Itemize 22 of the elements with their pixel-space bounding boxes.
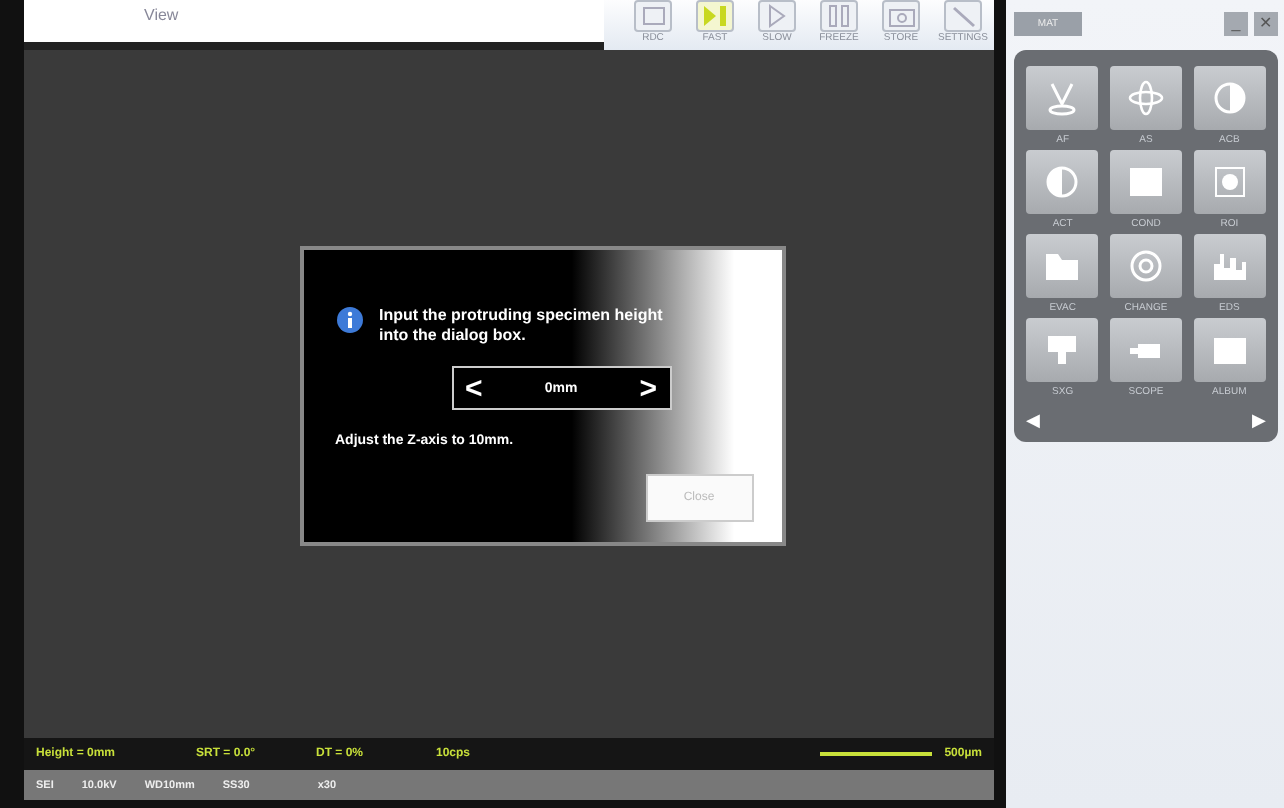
target-icon <box>1209 164 1250 200</box>
play-icon <box>700 2 730 30</box>
rectangle-icon <box>1125 164 1166 200</box>
orbit-icon <box>1125 80 1166 116</box>
info-icon <box>335 306 363 334</box>
folder-icon <box>1042 248 1083 284</box>
close-button[interactable]: ✕ <box>1254 12 1278 36</box>
minimize-button[interactable]: _ <box>1224 12 1248 36</box>
pause-icon <box>824 2 854 30</box>
dialog-message: Input the protruding specimen height into the dialog box. <box>379 306 665 346</box>
scale-bar <box>820 752 933 756</box>
square-icon <box>638 2 668 30</box>
rotate-icon <box>1125 248 1166 284</box>
contrast-icon <box>1209 80 1250 116</box>
next-button[interactable]: ▶ <box>1252 410 1266 430</box>
previous-button[interactable]: < <box>465 371 483 405</box>
peaks-icon <box>1209 248 1250 284</box>
previous-button[interactable]: ◀ <box>1026 410 1040 430</box>
rectangle-icon <box>1209 332 1250 368</box>
view-tab[interactable]: View <box>24 0 604 50</box>
next-button[interactable]: > <box>639 371 657 405</box>
contrast-icon <box>1042 164 1083 200</box>
